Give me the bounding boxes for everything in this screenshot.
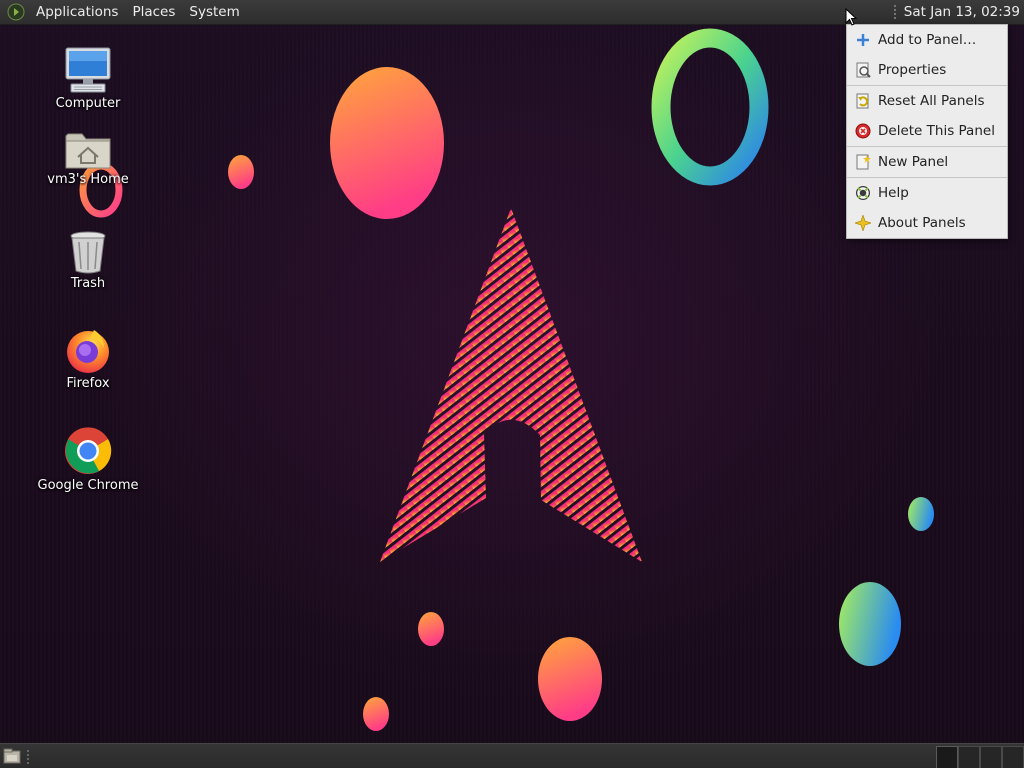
plus-icon [857,34,869,46]
show-desktop-icon[interactable] [3,748,21,764]
menu-item-delete-this-panel[interactable]: Delete This Panel [847,116,1007,146]
menu-item-about-panels[interactable]: About Panels [847,208,1007,238]
menu-item-label: Delete This Panel [878,123,995,139]
menu-item-label: New Panel [878,154,949,170]
desktop-icon-chrome[interactable]: Google Chrome [36,426,140,493]
desktop-icon-firefox[interactable]: Firefox [36,326,140,391]
workspace-2[interactable] [958,746,980,768]
menu-item-label: Add to Panel… [878,32,977,48]
panel-context-menu: Add to Panel… Properties Reset All Panel… [846,24,1008,239]
clock[interactable]: Sat Jan 13, 02:39 [904,0,1024,24]
desktop-icon-label: Computer [55,96,121,111]
menu-item-reset-all-panels[interactable]: Reset All Panels [847,86,1007,116]
computer-icon [65,47,111,93]
menu-item-label: Properties [878,62,947,78]
trash-icon [70,231,106,274]
menu-item-label: Reset All Panels [878,93,985,109]
help-icon [856,186,870,200]
menu-item-help[interactable]: Help [847,178,1007,208]
firefox-icon [67,330,109,373]
delete-icon [855,123,871,139]
system-menu[interactable]: System [182,0,246,24]
chrome-icon [65,427,112,474]
menu-item-properties[interactable]: Properties [847,55,1007,85]
applications-menu[interactable]: Applications [29,0,125,24]
properties-icon [856,62,871,78]
desktop-icon-trash[interactable]: Trash [36,230,140,291]
menu-item-label: About Panels [878,215,966,231]
menu-logo-icon[interactable] [7,3,25,21]
menu-item-label: Help [878,185,909,201]
home-folder-icon [65,133,111,169]
places-menu[interactable]: Places [125,0,182,24]
menu-item-add-to-panel[interactable]: Add to Panel… [847,25,1007,55]
desktop-icon-label: Firefox [66,376,110,391]
mouse-cursor-icon [845,8,858,26]
menu-item-new-panel[interactable]: New Panel [847,147,1007,177]
desktop-icon-label: vm3's Home [47,172,129,187]
bottom-panel [0,743,1024,768]
desktop-icon-home[interactable]: vm3's Home [36,130,140,187]
workspace-1[interactable] [936,746,958,768]
desktop-icon-label: Trash [70,276,106,291]
new-panel-icon [856,154,871,170]
panel-drag-handle[interactable] [26,749,30,764]
about-icon [855,215,871,231]
applet-drag-handle[interactable] [892,4,897,20]
workspace-4[interactable] [1002,746,1024,768]
top-panel: Applications Places System Sat Jan 13, 0… [0,0,1024,25]
desktop-icon-label: Google Chrome [37,478,139,493]
reset-icon [856,93,869,109]
desktop-icon-computer[interactable]: Computer [36,46,140,111]
workspace-3[interactable] [980,746,1002,768]
